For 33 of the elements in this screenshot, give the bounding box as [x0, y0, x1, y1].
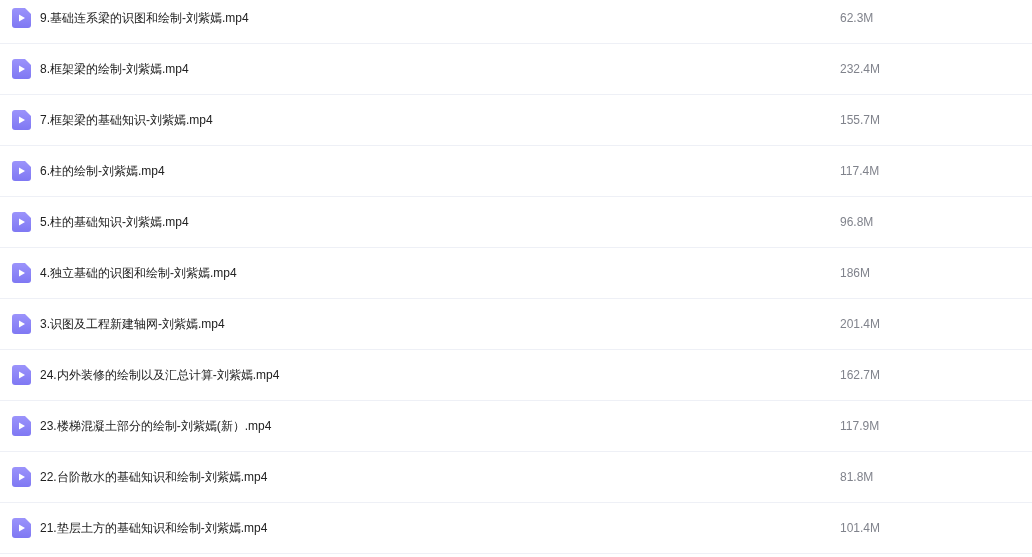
video-file-icon [12, 314, 31, 334]
file-size: 81.8M [840, 469, 874, 486]
file-name[interactable]: 23.楼梯混凝土部分的绘制-刘紫嫣(新）.mp4 [40, 417, 840, 435]
file-name[interactable]: 7.框架梁的基础知识-刘紫嫣.mp4 [40, 111, 840, 129]
file-name[interactable]: 21.垫层土方的基础知识和绘制-刘紫嫣.mp4 [40, 519, 840, 537]
video-file-icon [12, 8, 31, 28]
file-name[interactable]: 9.基础连系梁的识图和绘制-刘紫嫣.mp4 [40, 9, 840, 27]
file-size: 117.4M [840, 163, 880, 180]
video-file-icon [12, 467, 31, 487]
video-file-icon [12, 212, 31, 232]
video-file-icon [12, 110, 31, 130]
file-size: 96.8M [840, 214, 874, 231]
video-file-icon [12, 416, 31, 436]
file-size: 62.3M [840, 10, 874, 27]
file-name[interactable]: 4.独立基础的识图和绘制-刘紫嫣.mp4 [40, 264, 840, 282]
video-file-icon [12, 161, 31, 181]
video-file-icon [12, 263, 31, 283]
file-size: 117.9M [840, 418, 880, 435]
file-size: 232.4M [840, 61, 881, 78]
file-size: 201.4M [840, 316, 881, 333]
video-file-icon [12, 365, 31, 385]
file-name[interactable]: 6.柱的绘制-刘紫嫣.mp4 [40, 162, 840, 180]
file-name[interactable]: 5.柱的基础知识-刘紫嫣.mp4 [40, 213, 840, 231]
file-name[interactable]: 3.识图及工程新建轴网-刘紫嫣.mp4 [40, 315, 840, 333]
file-size: 101.4M [840, 520, 881, 537]
file-size: 155.7M [840, 112, 881, 129]
file-size: 186M [840, 265, 871, 282]
video-file-icon [12, 518, 31, 538]
file-name[interactable]: 22.台阶散水的基础知识和绘制-刘紫嫣.mp4 [40, 468, 840, 486]
file-name[interactable]: 24.内外装修的绘制以及汇总计算-刘紫嫣.mp4 [40, 366, 840, 384]
video-file-icon [12, 59, 31, 79]
file-size: 162.7M [840, 367, 881, 384]
file-name[interactable]: 8.框架梁的绘制-刘紫嫣.mp4 [40, 60, 840, 78]
